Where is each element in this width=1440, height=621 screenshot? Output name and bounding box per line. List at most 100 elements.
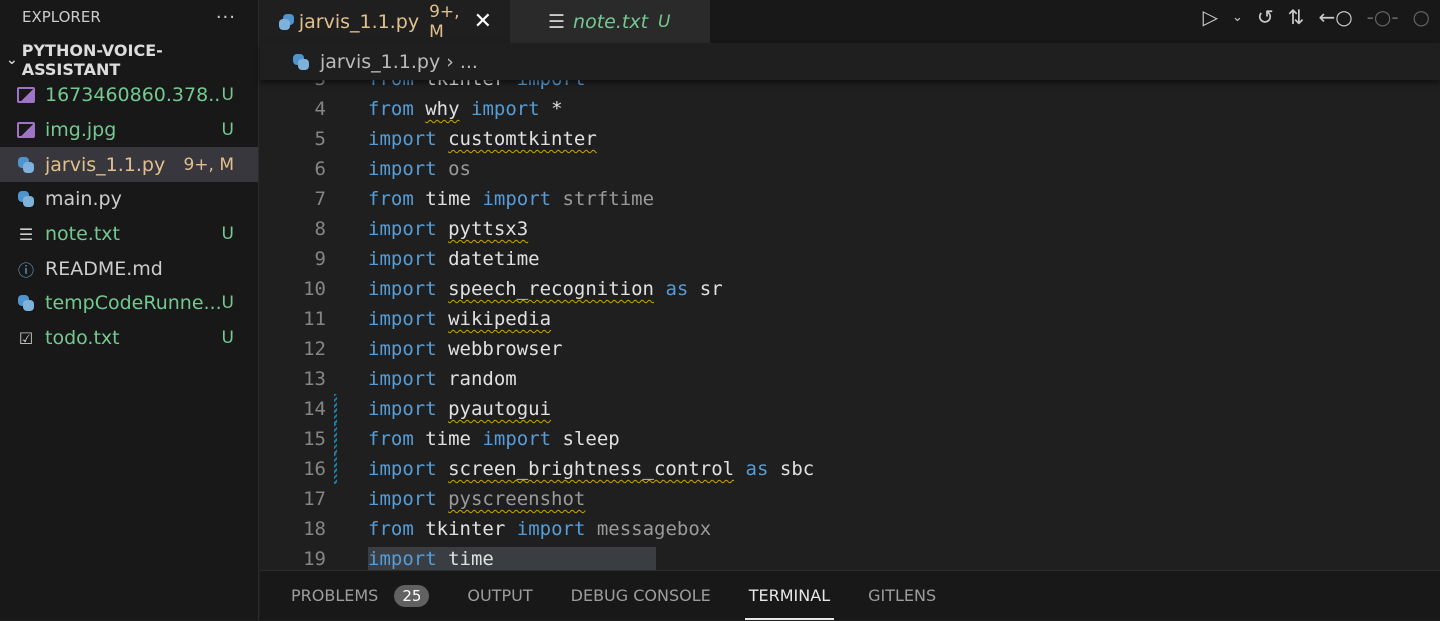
code-line: 16 import screen_brightness_control as sb… xyxy=(260,454,1440,484)
code-token: import xyxy=(368,278,437,300)
code-token: pyttsx3 xyxy=(448,218,529,240)
line-number: 9 xyxy=(314,248,326,270)
line-number: 17 xyxy=(303,488,326,510)
code-token: import xyxy=(482,428,552,450)
code-text: import webbrowser xyxy=(368,334,562,364)
file-name: note.txt xyxy=(45,223,120,246)
problems-count-badge: 25 xyxy=(394,584,430,607)
git-modified-indicator[interactable] xyxy=(334,424,337,454)
panel-tab-gitlens[interactable]: GITLENS xyxy=(868,571,936,621)
compare-changes-icon[interactable]: ⇅ xyxy=(1288,5,1305,29)
line-number: 12 xyxy=(303,338,326,360)
run-icon[interactable]: ▷ xyxy=(1203,5,1218,29)
code-text: import random xyxy=(368,364,517,394)
code-token: sleep xyxy=(562,428,620,450)
line-number: 16 xyxy=(303,458,326,480)
code-text: import time xyxy=(368,544,494,570)
code-line: 14 import pyautogui xyxy=(260,394,1440,424)
folder-python-voice-assistant[interactable]: ⌄ PYTHON-VOICE-ASSISTANT xyxy=(0,41,258,79)
code-token: pyscreenshot xyxy=(448,488,586,510)
panel-tab-debug-console[interactable]: DEBUG CONSOLE xyxy=(571,571,711,621)
close-icon[interactable]: ✕ xyxy=(474,9,492,34)
file-item[interactable]: ⓘ README.md xyxy=(0,251,258,286)
code-token: customtkinter xyxy=(448,128,597,150)
commit-icon[interactable]: -○- xyxy=(1367,5,1399,29)
code-token: import xyxy=(482,188,552,210)
breadcrumb-file[interactable]: jarvis_1.1.py xyxy=(320,51,440,73)
chevron-down-icon[interactable]: ⌄ xyxy=(1232,10,1243,25)
code-token: time xyxy=(425,428,471,450)
panel-tab-output[interactable]: OUTPUT xyxy=(467,571,532,621)
code-token: from xyxy=(368,518,414,540)
git-modified-indicator[interactable] xyxy=(334,394,337,424)
python-icon xyxy=(15,188,37,210)
line-number: 13 xyxy=(303,368,326,390)
text-lines-icon: ☰ xyxy=(548,10,566,33)
panel-tab-label: TERMINAL xyxy=(748,586,831,605)
code-line: 13 import random xyxy=(260,364,1440,394)
code-token: random xyxy=(448,368,517,390)
folder-name: PYTHON-VOICE-ASSISTANT xyxy=(21,41,163,79)
code-token: tkinter xyxy=(425,518,506,540)
tab-note[interactable]: ☰ note.txt U xyxy=(510,0,710,43)
breadcrumb-symbols[interactable]: ... xyxy=(460,51,478,73)
chevron-down-icon: ⌄ xyxy=(5,52,18,68)
panel-tab-problems[interactable]: PROBLEMS 25 xyxy=(291,571,430,621)
file-status: 9+, M xyxy=(183,154,234,175)
code-token: import xyxy=(368,368,437,390)
file-item[interactable]: jarvis_1.1.py 9+, M xyxy=(0,147,258,183)
line-number: 4 xyxy=(314,98,326,120)
line-number: 11 xyxy=(303,308,326,330)
code-text: from tkinter import messagebox xyxy=(368,514,711,544)
code-token: os xyxy=(448,158,471,180)
code-text: import wikipedia xyxy=(368,304,551,334)
code-editor[interactable]: 3from tkinter import *4from why import *… xyxy=(260,64,1440,570)
breadcrumb-separator: › xyxy=(446,50,454,73)
image-icon xyxy=(15,119,37,141)
file-status: U xyxy=(221,293,234,314)
code-token: webbrowser xyxy=(448,338,563,360)
breadcrumb: jarvis_1.1.py › ... xyxy=(260,43,1440,80)
history-icon[interactable]: ↺ xyxy=(1257,5,1274,29)
more-actions-icon[interactable]: ··· xyxy=(216,7,236,28)
code-text: import customtkinter xyxy=(368,124,597,154)
file-item[interactable]: 1673460860.378... U xyxy=(0,78,258,113)
code-token: messagebox xyxy=(596,518,712,540)
code-token: time xyxy=(425,188,471,210)
tab-badge: 9+, M xyxy=(429,1,460,42)
code-token: pyautogui xyxy=(448,398,552,420)
tab-badge: U xyxy=(658,11,671,32)
code-text: import screen_brightness_control as sbc xyxy=(368,454,814,484)
code-token: import xyxy=(368,218,437,240)
file-item[interactable]: img.jpg U xyxy=(0,113,258,148)
code-token: why xyxy=(425,98,460,120)
file-item[interactable]: tempCodeRunne... U xyxy=(0,286,258,321)
tab-jarvis[interactable]: jarvis_1.1.py 9+, M ✕ xyxy=(260,0,510,43)
commit-icon[interactable]: ○ xyxy=(1413,5,1430,29)
go-back-commit-icon[interactable]: ←○ xyxy=(1318,5,1352,29)
file-item[interactable]: main.py xyxy=(0,182,258,217)
tab-label: jarvis_1.1.py xyxy=(298,10,420,33)
line-number: 8 xyxy=(314,218,326,240)
code-text: from why import * xyxy=(368,94,563,124)
line-number: 19 xyxy=(303,548,326,570)
panel-tab-terminal[interactable]: TERMINAL xyxy=(744,571,835,621)
git-modified-indicator[interactable] xyxy=(334,454,337,484)
code-token: import xyxy=(368,548,437,570)
code-text: import os xyxy=(368,154,471,184)
file-item[interactable]: ☰ note.txt U xyxy=(0,217,258,252)
file-item[interactable]: ☑ todo.txt U xyxy=(0,321,258,356)
